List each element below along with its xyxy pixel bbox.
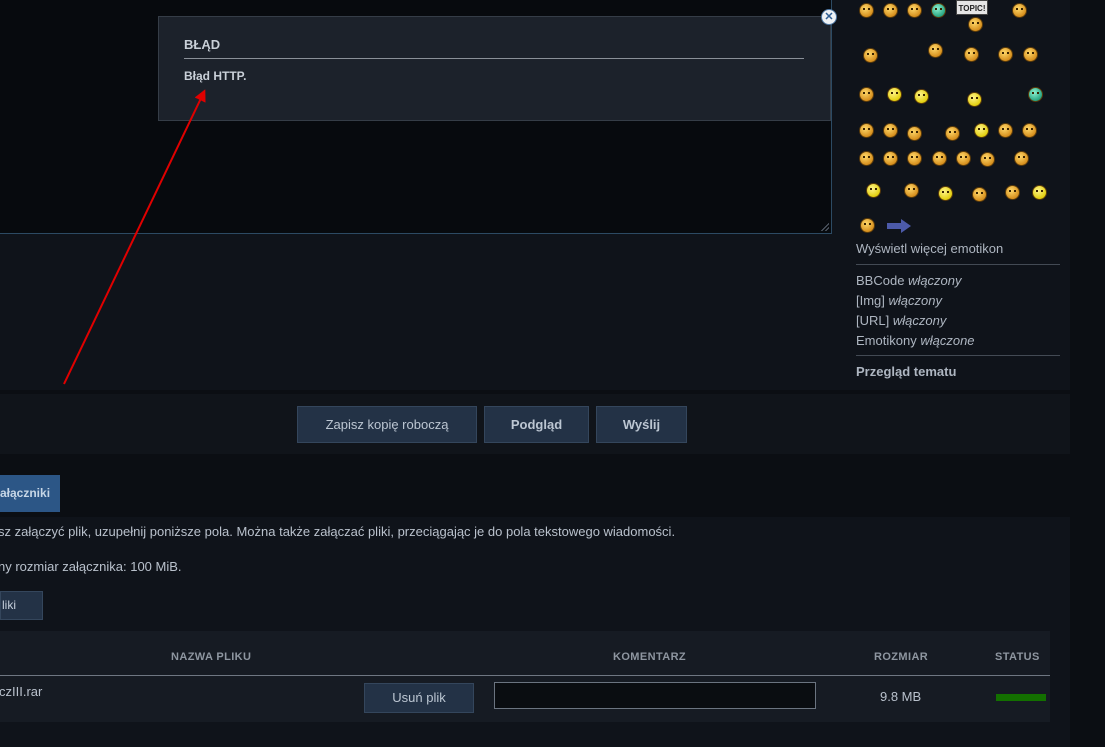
shock-emoticon-icon[interactable]: [998, 47, 1013, 62]
column-filename: NAZWA PLIKU: [171, 651, 252, 663]
teeth-emoticon-icon[interactable]: [964, 47, 979, 62]
url-state: włączony: [892, 313, 947, 328]
emoticon-grid: TOPIC!: [856, 0, 1061, 240]
emoticons-label: Emotikony: [856, 333, 917, 348]
bbcode-label: BBCode: [856, 273, 905, 288]
wink-emoticon-icon[interactable]: [914, 89, 929, 104]
happy-emoticon-icon[interactable]: [907, 151, 922, 166]
sidebar-divider: [856, 355, 1060, 356]
attachment-comment-input[interactable]: [494, 682, 816, 709]
chef-emoticon-icon[interactable]: [1032, 185, 1047, 200]
delete-file-button[interactable]: Usuń plik: [364, 683, 474, 713]
emoticons-state: włączone: [920, 333, 975, 348]
tab-attachments[interactable]: ałączniki: [0, 475, 60, 512]
balloon-emoticon-icon[interactable]: [928, 43, 943, 58]
sidebar-divider: [856, 264, 1060, 265]
url-status: [URL] włączony: [856, 313, 946, 328]
hmm-emoticon-icon[interactable]: [1022, 123, 1037, 138]
red-card-emoticon-icon[interactable]: [945, 126, 960, 141]
glasses-emoticon-icon[interactable]: [1023, 47, 1038, 62]
frown-emoticon-icon[interactable]: [998, 123, 1013, 138]
laugh-emoticon-icon[interactable]: [907, 3, 922, 18]
img-status: [Img] włączony: [856, 293, 942, 308]
yellow-card-emoticon-icon[interactable]: [907, 126, 922, 141]
attachment-size: 9.8 MB: [880, 689, 922, 704]
column-size: ROZMIAR: [874, 651, 929, 663]
url-label: [URL]: [856, 313, 890, 328]
sick-emoticon-icon[interactable]: [931, 3, 946, 18]
column-comment: KOMENTARZ: [613, 651, 687, 663]
frog-emoticon-icon[interactable]: [974, 123, 989, 138]
party-emoticon-icon[interactable]: [887, 87, 902, 102]
nerd-emoticon-icon[interactable]: [1005, 185, 1020, 200]
devil-emoticon-icon[interactable]: [956, 151, 971, 166]
sad-emoticon-icon[interactable]: [859, 151, 874, 166]
topic-review-link[interactable]: Przegląd tematu: [856, 364, 956, 379]
thumbs-up-emoticon-icon[interactable]: [972, 187, 987, 202]
afro-emoticon-icon[interactable]: [904, 183, 919, 198]
attachments-help-text: sz załączyć plik, uzupełnij poniższe pol…: [0, 524, 676, 539]
bandana-emoticon-icon[interactable]: [860, 218, 875, 233]
submit-button[interactable]: Wyślij: [596, 406, 687, 443]
lol-emoticon-icon[interactable]: [938, 186, 953, 201]
angry-emoticon-icon[interactable]: [967, 92, 982, 107]
preview-button[interactable]: Podgląd: [484, 406, 589, 443]
img-state: włączony: [888, 293, 942, 308]
cry-emoticon-icon[interactable]: [932, 151, 947, 166]
bbcode-state: włączony: [908, 273, 962, 288]
error-title: BŁĄD: [184, 37, 804, 59]
rolleyes-emoticon-icon[interactable]: [1014, 151, 1029, 166]
table-header-divider: [0, 675, 1050, 676]
topic-sign-emoticon-icon[interactable]: TOPIC!: [956, 0, 988, 15]
form-button-bar: Zapisz kopię roboczą Podgląd Wyślij: [0, 394, 1070, 454]
cool-emoticon-icon[interactable]: [859, 87, 874, 102]
sign-holder-emoticon-icon[interactable]: [968, 17, 983, 32]
arrow-right-emoticon-icon[interactable]: [887, 219, 911, 233]
column-status: STATUS: [995, 651, 1040, 663]
bbcode-status: BBCode włączony: [856, 273, 962, 288]
save-draft-button[interactable]: Zapisz kopię roboczą: [297, 406, 477, 443]
grin-emoticon-icon[interactable]: [883, 3, 898, 18]
resize-grip-icon[interactable]: [821, 223, 829, 231]
emoticons-status: Emotikony włączone: [856, 333, 975, 348]
add-files-button[interactable]: liki: [0, 591, 43, 620]
show-more-emoticons-link[interactable]: Wyświetl więcej emotikon: [856, 241, 1003, 256]
smile-emoticon-icon[interactable]: [859, 3, 874, 18]
drunk-emoticon-icon[interactable]: [863, 48, 878, 63]
attachment-status-bar: [996, 694, 1046, 701]
confused-emoticon-icon[interactable]: [883, 123, 898, 138]
attachment-filename: czIII.rar: [0, 684, 43, 699]
magnet-emoticon-icon[interactable]: [1028, 87, 1043, 102]
error-dialog: BŁĄD Błąd HTTP.: [158, 16, 831, 121]
img-label: [Img]: [856, 293, 885, 308]
banana-emoticon-icon[interactable]: [866, 183, 881, 198]
exclaim-emoticon-icon[interactable]: [980, 152, 995, 167]
close-icon[interactable]: ✕: [821, 9, 837, 25]
error-message: Błąd HTTP.: [184, 69, 247, 83]
cheer-emoticon-icon[interactable]: [1012, 3, 1027, 18]
tongue-emoticon-icon[interactable]: [883, 151, 898, 166]
attachments-max-size: ny rozmiar załącznika: 100 MiB.: [0, 559, 182, 574]
skull-emoticon-icon[interactable]: [859, 123, 874, 138]
